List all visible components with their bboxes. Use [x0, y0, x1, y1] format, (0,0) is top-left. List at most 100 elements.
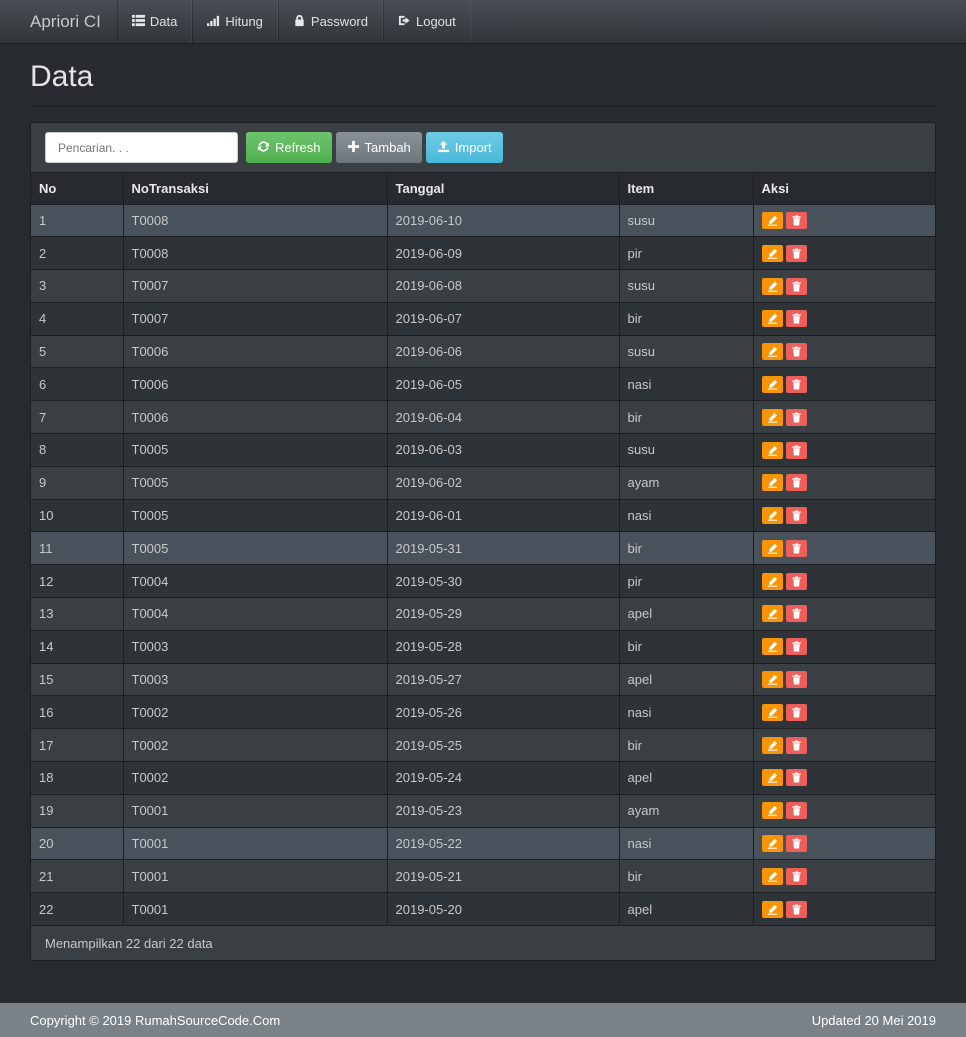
delete-button[interactable] [785, 441, 807, 459]
cell-notransaksi: T0001 [123, 859, 388, 893]
nav-item-logout[interactable]: Logout [382, 0, 471, 43]
column-header-item[interactable]: Item [619, 173, 754, 205]
delete-button[interactable] [785, 802, 807, 820]
cell-notransaksi: T0007 [123, 301, 388, 336]
delete-button[interactable] [785, 539, 807, 557]
column-header-aksi: Aksi [753, 173, 935, 205]
add-button[interactable]: Tambah [335, 132, 422, 163]
plus-icon [347, 140, 360, 156]
table-row: 1 T0008 2019-06-10 susu [31, 203, 935, 237]
cell-no: 8 [31, 433, 124, 467]
edit-button[interactable] [761, 802, 783, 820]
cell-tanggal: 2019-06-05 [387, 367, 620, 401]
cell-aksi [753, 203, 935, 237]
delete-button[interactable] [785, 605, 807, 623]
delete-button[interactable] [785, 835, 807, 853]
edit-button[interactable] [761, 835, 783, 853]
cell-no: 20 [31, 826, 124, 860]
cell-notransaksi: T0006 [123, 367, 388, 401]
cell-item: apel [619, 761, 754, 795]
table-row: 6 T0006 2019-06-05 nasi [31, 367, 935, 401]
refresh-icon [257, 140, 270, 156]
cell-aksi [753, 498, 935, 532]
edit-button[interactable] [761, 867, 783, 885]
cell-aksi [753, 301, 935, 336]
edit-button[interactable] [761, 211, 783, 229]
edit-button[interactable] [761, 539, 783, 557]
logout-icon [398, 14, 411, 30]
delete-button[interactable] [785, 408, 807, 426]
cell-no: 7 [31, 400, 124, 434]
edit-button[interactable] [761, 441, 783, 459]
cell-notransaksi: T0004 [123, 597, 388, 631]
delete-button[interactable] [785, 277, 807, 295]
delete-button[interactable] [785, 211, 807, 229]
site-footer: Copyright © 2019 RumahSourceCode.Com Upd… [0, 1003, 966, 1037]
column-header-notransaksi[interactable]: NoTransaksi [123, 173, 388, 205]
cell-item: ayam [619, 465, 754, 500]
edit-button[interactable] [761, 900, 783, 918]
cell-no: 6 [31, 367, 124, 401]
cell-tanggal: 2019-05-30 [387, 564, 620, 598]
cell-item: susu [619, 334, 754, 368]
edit-button[interactable] [761, 244, 783, 262]
cell-aksi [753, 367, 935, 401]
cell-notransaksi: T0003 [123, 629, 388, 664]
table-row: 22 T0001 2019-05-20 apel [31, 892, 935, 926]
edit-button[interactable] [761, 671, 783, 689]
delete-button[interactable] [785, 867, 807, 885]
delete-button[interactable] [785, 638, 807, 656]
edit-button[interactable] [761, 605, 783, 623]
delete-button[interactable] [785, 769, 807, 787]
edit-button[interactable] [761, 277, 783, 295]
edit-button[interactable] [761, 474, 783, 492]
delete-button[interactable] [785, 507, 807, 525]
nav-item-password[interactable]: Password [277, 0, 383, 43]
edit-button[interactable] [761, 408, 783, 426]
cell-aksi [753, 236, 935, 270]
edit-button[interactable] [761, 703, 783, 721]
cell-aksi [753, 465, 935, 500]
table-row: 11 T0005 2019-05-31 bir [31, 531, 935, 565]
edit-button[interactable] [761, 310, 783, 328]
table-row: 4 T0007 2019-06-07 bir [31, 301, 935, 336]
cell-tanggal: 2019-06-04 [387, 400, 620, 434]
edit-button[interactable] [761, 343, 783, 361]
delete-button[interactable] [785, 474, 807, 492]
refresh-button[interactable]: Refresh [246, 132, 332, 163]
delete-button[interactable] [785, 671, 807, 689]
nav-item-hitung[interactable]: Hitung [192, 0, 278, 43]
delete-button[interactable] [785, 736, 807, 754]
cell-no: 18 [31, 761, 124, 795]
delete-button[interactable] [785, 244, 807, 262]
cell-item: bir [619, 859, 754, 893]
column-header-no[interactable]: No [31, 173, 124, 205]
delete-button[interactable] [785, 375, 807, 393]
edit-button[interactable] [761, 736, 783, 754]
delete-button[interactable] [785, 900, 807, 918]
edit-button[interactable] [761, 507, 783, 525]
upload-icon [437, 140, 450, 156]
edit-button[interactable] [761, 572, 783, 590]
edit-button[interactable] [761, 769, 783, 787]
delete-button[interactable] [785, 343, 807, 361]
cell-item: nasi [619, 826, 754, 860]
edit-button[interactable] [761, 375, 783, 393]
edit-button[interactable] [761, 638, 783, 656]
table-row: 8 T0005 2019-06-03 susu [31, 433, 935, 467]
cell-aksi [753, 793, 935, 828]
cell-tanggal: 2019-05-27 [387, 662, 620, 696]
search-input[interactable] [45, 132, 238, 163]
delete-button[interactable] [785, 572, 807, 590]
navbar-brand[interactable]: Apriori CI [0, 0, 117, 43]
cell-tanggal: 2019-05-28 [387, 629, 620, 664]
table-row: 12 T0004 2019-05-30 pir [31, 564, 935, 598]
refresh-label: Refresh [275, 140, 321, 155]
delete-button[interactable] [785, 310, 807, 328]
nav-item-data[interactable]: Data [116, 0, 193, 43]
delete-button[interactable] [785, 703, 807, 721]
table-row: 5 T0006 2019-06-06 susu [31, 334, 935, 368]
cell-item: susu [619, 433, 754, 467]
column-header-tanggal[interactable]: Tanggal [387, 173, 620, 205]
import-button[interactable]: Import [425, 132, 503, 163]
